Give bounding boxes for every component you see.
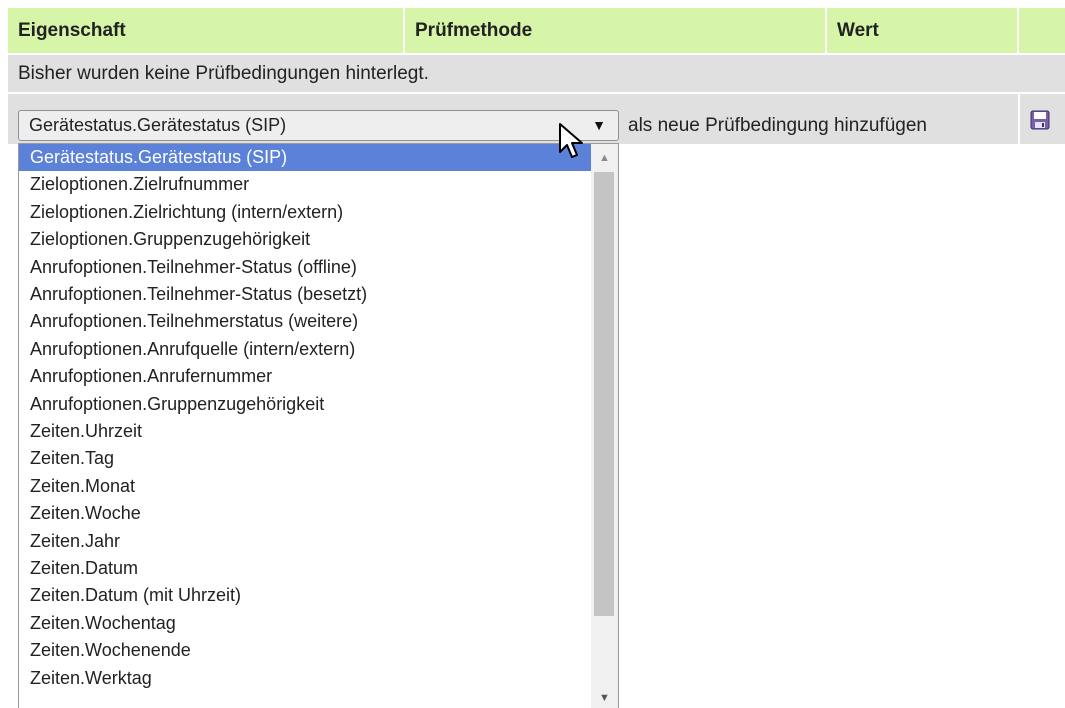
dropdown-option[interactable]: Anrufoptionen.Teilnehmer-Status (besetzt… bbox=[19, 281, 591, 308]
dropdown-option[interactable]: Anrufoptionen.Anrufernummer bbox=[19, 363, 591, 390]
dropdown-option[interactable]: Zeiten.Tag bbox=[19, 445, 591, 472]
dropdown-option[interactable]: Zeiten.Datum (mit Uhrzeit) bbox=[19, 582, 591, 609]
dropdown-option[interactable]: Zieloptionen.Zielrichtung (intern/extern… bbox=[19, 199, 591, 226]
dropdown-option[interactable]: Zeiten.Woche bbox=[19, 500, 591, 527]
dropdown-option[interactable]: Zieloptionen.Gruppenzugehörigkeit bbox=[19, 226, 591, 253]
listbox-scrollbar[interactable]: ▲ ▼ bbox=[591, 144, 618, 708]
condition-property-select[interactable]: Gerätestatus.Gerätestatus (SIP) ▼ bbox=[18, 110, 619, 141]
dropdown-option[interactable]: Anrufoptionen.Teilnehmer-Status (offline… bbox=[19, 254, 591, 281]
dropdown-option[interactable]: Zeiten.Jahr bbox=[19, 528, 591, 555]
condition-options-listbox[interactable]: Gerätestatus.Gerätestatus (SIP) Zieloptio… bbox=[18, 143, 619, 708]
table-header-row: Eigenschaft Prüfmethode Wert bbox=[8, 8, 1065, 53]
header-wert: Wert bbox=[837, 20, 879, 41]
header-divider bbox=[1017, 8, 1019, 53]
dropdown-option[interactable]: Zeiten.Wochentag bbox=[19, 610, 591, 637]
scroll-up-arrow-icon[interactable]: ▲ bbox=[591, 147, 618, 169]
dropdown-option[interactable]: Gerätestatus.Gerätestatus (SIP) bbox=[19, 144, 591, 171]
dropdown-arrow-icon: ▼ bbox=[592, 117, 606, 133]
dropdown-option[interactable]: Zeiten.Uhrzeit bbox=[19, 418, 591, 445]
scrollbar-thumb[interactable] bbox=[594, 172, 614, 616]
empty-conditions-message: Bisher wurden keine Prüfbedingungen hint… bbox=[8, 55, 1065, 92]
add-condition-label: als neue Prüfbedingung hinzufügen bbox=[628, 115, 927, 136]
dropdown-option[interactable]: Zeiten.Werktag bbox=[19, 665, 591, 692]
dropdown-option[interactable]: Anrufoptionen.Teilnehmerstatus (weitere) bbox=[19, 308, 591, 335]
dropdown-option[interactable]: Anrufoptionen.Gruppenzugehörigkeit bbox=[19, 391, 591, 418]
dropdown-option[interactable]: Zieloptionen.Zielrufnummer bbox=[19, 171, 591, 198]
dropdown-option[interactable]: Zeiten.Wochenende bbox=[19, 637, 591, 664]
save-icon[interactable] bbox=[1030, 110, 1050, 130]
dropdown-option[interactable]: Zeiten.Datum bbox=[19, 555, 591, 582]
select-value: Gerätestatus.Gerätestatus (SIP) bbox=[29, 115, 287, 135]
row-divider bbox=[1018, 94, 1020, 144]
mouse-pointer-icon bbox=[559, 123, 583, 158]
dropdown-option[interactable]: Zeiten.Monat bbox=[19, 473, 591, 500]
dropdown-option[interactable]: Anrufoptionen.Anrufquelle (intern/extern… bbox=[19, 336, 591, 363]
scroll-down-arrow-icon[interactable]: ▼ bbox=[591, 687, 618, 708]
header-pruefmethode: Prüfmethode bbox=[415, 20, 533, 41]
header-eigenschaft: Eigenschaft bbox=[18, 20, 126, 41]
